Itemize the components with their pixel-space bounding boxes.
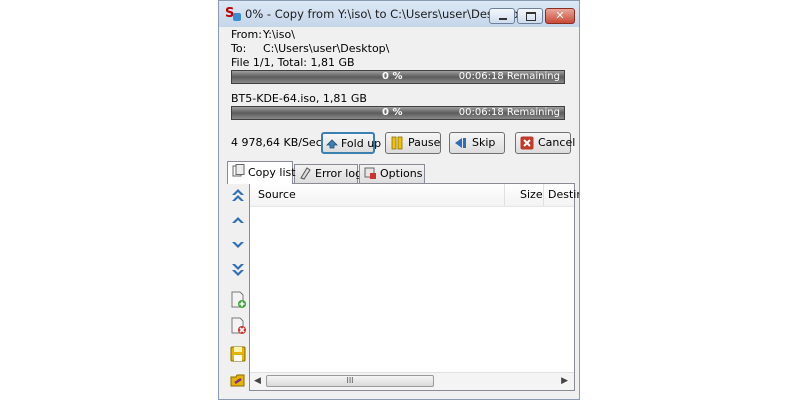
load-list-icon[interactable] bbox=[229, 371, 247, 389]
close-button[interactable]: ✕ bbox=[545, 8, 575, 24]
total-progress-bar: 0 % 00:06:18 Remaining bbox=[231, 70, 565, 84]
current-file-name: BT5-KDE-64.iso, 1,81 GB bbox=[231, 92, 367, 105]
file-count-info: File 1/1, Total: 1,81 GB bbox=[231, 56, 355, 69]
fold-up-label: Fold up bbox=[341, 137, 382, 150]
fold-up-button[interactable]: Fold up bbox=[321, 132, 381, 154]
file-progress-percent: 0 % bbox=[382, 107, 403, 118]
file-time-remaining: 00:06:18 Remaining bbox=[458, 107, 560, 118]
to-path: C:\Users\user\Desktop\ bbox=[263, 42, 390, 55]
horizontal-scrollbar[interactable]: ◀ III ▶ bbox=[250, 372, 574, 390]
column-size[interactable]: Size bbox=[520, 188, 543, 201]
column-source[interactable]: Source bbox=[258, 188, 296, 201]
close-icon: ✕ bbox=[555, 9, 565, 22]
copy-window: S 0% - Copy from Y:\iso\ to C:\Users\use… bbox=[218, 0, 580, 400]
fold-up-icon bbox=[326, 139, 338, 149]
move-up-icon[interactable] bbox=[229, 211, 247, 229]
pause-label: Pause bbox=[408, 136, 441, 149]
skip-icon bbox=[455, 138, 466, 148]
pause-button[interactable]: Pause bbox=[385, 132, 441, 154]
save-list-icon[interactable] bbox=[229, 345, 247, 363]
list-header: Source Size Destin bbox=[250, 184, 579, 207]
scroll-right-icon[interactable]: ▶ bbox=[561, 376, 568, 386]
copy-list-panel: Source Size Destin ◀ III ▶ bbox=[249, 183, 579, 391]
remove-file-icon[interactable] bbox=[229, 317, 247, 335]
move-down-icon[interactable] bbox=[229, 236, 247, 254]
from-label: From: bbox=[231, 28, 262, 41]
total-time-remaining: 00:06:18 Remaining bbox=[458, 71, 560, 82]
error-log-icon bbox=[300, 167, 311, 180]
move-bottom-icon[interactable] bbox=[229, 261, 247, 279]
pause-icon bbox=[391, 136, 403, 150]
from-path: Y:\iso\ bbox=[263, 28, 295, 41]
tab-error-log-label: Error log bbox=[315, 167, 363, 180]
cancel-button[interactable]: Cancel bbox=[515, 132, 575, 154]
move-top-icon[interactable] bbox=[229, 186, 247, 204]
skip-button[interactable]: Skip bbox=[449, 132, 505, 154]
scroll-left-icon[interactable]: ◀ bbox=[254, 376, 261, 386]
minimize-button[interactable] bbox=[489, 8, 515, 24]
tab-options-label: Options bbox=[380, 167, 423, 180]
total-progress-percent: 0 % bbox=[382, 71, 403, 82]
column-divider[interactable] bbox=[543, 184, 544, 206]
maximize-button[interactable] bbox=[517, 8, 543, 24]
skip-label: Skip bbox=[472, 136, 496, 149]
transfer-speed: 4 978,64 KB/Sec bbox=[231, 136, 322, 149]
add-file-icon[interactable] bbox=[229, 291, 247, 309]
column-destination[interactable]: Destin bbox=[548, 188, 579, 201]
to-label: To: bbox=[231, 42, 247, 55]
file-progress-bar: 0 % 00:06:18 Remaining bbox=[231, 106, 565, 120]
tab-copy-list[interactable]: Copy list bbox=[227, 161, 296, 184]
window-title: 0% - Copy from Y:\iso\ to C:\Users\user\… bbox=[245, 7, 523, 21]
cancel-label: Cancel bbox=[538, 136, 576, 149]
copy-list-icon bbox=[232, 164, 245, 177]
column-divider[interactable] bbox=[504, 184, 505, 206]
app-icon[interactable]: S bbox=[225, 6, 241, 22]
tab-error-log[interactable]: Error log bbox=[294, 164, 362, 183]
tab-options[interactable]: Options bbox=[359, 164, 425, 183]
title-bar[interactable]: S 0% - Copy from Y:\iso\ to C:\Users\use… bbox=[219, 1, 579, 27]
scroll-thumb[interactable]: III bbox=[266, 375, 434, 387]
options-icon bbox=[364, 167, 376, 179]
tab-copy-list-label: Copy list bbox=[248, 166, 296, 179]
cancel-icon bbox=[520, 136, 534, 150]
